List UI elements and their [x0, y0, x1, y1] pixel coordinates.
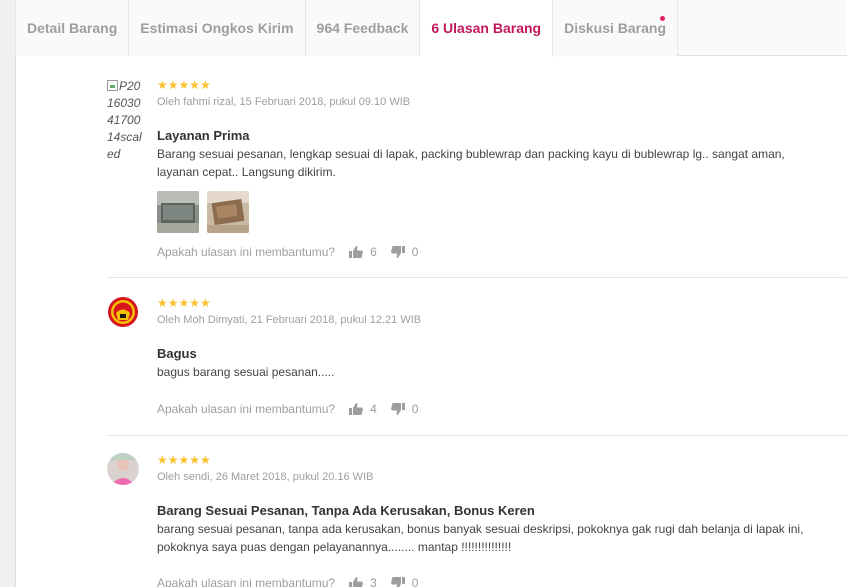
review-text: Barang sesuai pesanan, lengkap sesuai di… — [157, 147, 785, 179]
like-count: 3 — [370, 576, 377, 587]
like-button[interactable]: 3 — [349, 576, 377, 587]
like-button[interactable]: 4 — [349, 402, 377, 416]
notification-dot — [660, 16, 666, 21]
helpful-question: Apakah ulasan ini membantumu? — [157, 576, 336, 587]
helpful-row: Apakah ulasan ini membantumu? 6 0 — [157, 245, 432, 259]
review-photo[interactable] — [157, 191, 199, 233]
dislike-count: 0 — [411, 402, 419, 416]
rating-stars: ★★★★★ — [157, 296, 211, 310]
thumbs-up-icon — [349, 246, 364, 258]
tab-diskusi-label: Diskusi Barang — [564, 20, 667, 36]
avatar-alt-text: P20160304170014scaled — [107, 79, 142, 161]
helpful-question: Apakah ulasan ini membantumu? — [157, 245, 336, 259]
review-title: Layanan Prima — [157, 128, 250, 143]
broken-image-icon — [107, 80, 118, 91]
review-divider — [107, 435, 847, 436]
tab-ulasan-barang[interactable]: 6 Ulasan Barang — [420, 0, 554, 57]
thumbs-down-icon — [390, 403, 405, 415]
thumbs-down-icon — [390, 577, 405, 587]
tab-detail-barang[interactable]: Detail Barang — [15, 0, 130, 56]
avatar-broken-image: P20160304170014scaled — [107, 78, 143, 163]
dislike-count: 0 — [411, 576, 419, 587]
review-meta: Oleh fahmi rizal, 15 Februari 2018, puku… — [157, 96, 411, 108]
rating-stars: ★★★★★ — [157, 78, 211, 92]
avatar — [107, 296, 139, 328]
dislike-button[interactable]: 0 — [390, 576, 419, 587]
thumbs-up-icon — [349, 403, 364, 415]
review-meta: Oleh sendi, 26 Maret 2018, pukul 20.16 W… — [157, 471, 374, 483]
review-title: Bagus — [157, 346, 197, 361]
thumbs-down-icon — [390, 246, 405, 258]
rating-stars: ★★★★★ — [157, 453, 211, 467]
review-divider — [107, 277, 847, 278]
thumbs-up-icon — [349, 577, 364, 587]
tab-diskusi-barang[interactable]: Diskusi Barang — [553, 0, 679, 56]
review-title: Barang Sesuai Pesanan, Tanpa Ada Kerusak… — [157, 503, 535, 518]
avatar — [107, 453, 139, 485]
review-text: barang sesuai pesanan, tanpa ada kerusak… — [157, 522, 804, 554]
like-count: 4 — [370, 402, 377, 416]
helpful-question: Apakah ulasan ini membantumu? — [157, 402, 336, 416]
helpful-row: Apakah ulasan ini membantumu? 4 0 — [157, 402, 432, 416]
like-count: 6 — [370, 245, 377, 259]
review-photos — [157, 191, 837, 233]
helpful-row: Apakah ulasan ini membantumu? 3 0 — [157, 576, 432, 587]
dislike-button[interactable]: 0 — [390, 402, 419, 416]
dislike-button[interactable]: 0 — [390, 245, 419, 259]
dislike-count: 0 — [411, 245, 419, 259]
product-tabs: Detail Barang Estimasi Ongkos Kirim 964 … — [15, 0, 847, 57]
review-meta: Oleh Moh Dimyati, 21 Februari 2018, puku… — [157, 314, 422, 326]
review-photo[interactable] — [207, 191, 249, 233]
like-button[interactable]: 6 — [349, 245, 377, 259]
review-text: bagus barang sesuai pesanan..... — [157, 365, 335, 379]
tab-feedback[interactable]: 964 Feedback — [305, 0, 421, 56]
tab-estimasi-ongkos-kirim[interactable]: Estimasi Ongkos Kirim — [129, 0, 306, 56]
